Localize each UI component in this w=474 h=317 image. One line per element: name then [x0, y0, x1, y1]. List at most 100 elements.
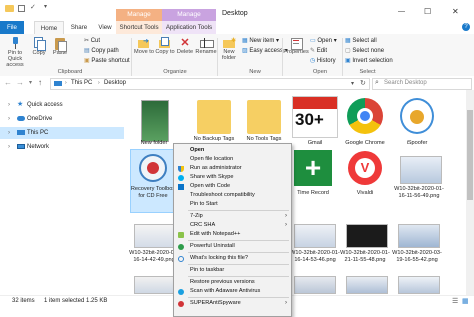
recovery-toolbox-tile[interactable]: Recovery Toolbox for CD Free — [130, 149, 176, 213]
pin-icon — [10, 37, 21, 50]
tab-home[interactable]: Home — [34, 21, 64, 35]
window-title: Desktop — [222, 10, 248, 17]
folder-icon[interactable] — [197, 100, 231, 134]
submenu-arrow-icon: › — [285, 213, 287, 219]
nav-this-pc[interactable]: › This PC — [0, 127, 124, 139]
nav-network[interactable]: › Network — [0, 141, 124, 153]
menu-item-superantispyware[interactable]: SUPERAntiSpyware › — [174, 299, 291, 308]
large-icons-view-icon[interactable]: ▦ — [462, 297, 469, 305]
back-button[interactable]: ← — [4, 78, 12, 87]
manage-shortcut-tab[interactable]: Manage — [116, 9, 162, 21]
menu-item-crc-sha[interactable]: CRC SHA › — [174, 221, 291, 230]
check-icon[interactable]: ✓ — [30, 3, 36, 11]
up-button[interactable]: ↑ — [38, 78, 42, 87]
png-thumbnail[interactable] — [294, 276, 336, 294]
save-icon[interactable] — [18, 5, 25, 12]
cut-button[interactable]: ✂ Cut — [84, 37, 100, 46]
png-thumbnail[interactable] — [398, 224, 440, 248]
menu-item-7zip[interactable]: 7-Zip › — [174, 212, 291, 221]
select-all-button[interactable]: ▦ Select all — [345, 37, 377, 46]
rename-button[interactable]: Rename — [195, 37, 217, 55]
menu-item-share-skype[interactable]: Share with Skype — [174, 173, 291, 182]
maximize-button[interactable]: ☐ — [424, 7, 431, 16]
forward-button[interactable]: → — [16, 78, 24, 87]
minimize-button[interactable]: — — [398, 8, 405, 15]
png-thumbnail[interactable] — [398, 276, 440, 294]
breadcrumb-desktop[interactable]: Desktop — [104, 80, 126, 86]
menu-item-notepad-plus-plus[interactable]: Edit with Notepad++ — [174, 230, 291, 239]
address-dropdown-icon[interactable]: ▾ — [351, 80, 354, 87]
menu-separator — [188, 297, 289, 298]
nav-quick-access[interactable]: › ★ Quick access — [0, 99, 124, 111]
tab-file[interactable]: File — [0, 21, 24, 34]
history-button[interactable]: ◷ History — [310, 57, 336, 66]
menu-item-open-file-location[interactable]: Open file location — [174, 155, 291, 164]
paste-shortcut-button[interactable]: ▣ Paste shortcut — [84, 57, 130, 66]
vivaldi-icon[interactable]: V — [348, 151, 382, 185]
copy-to-button[interactable]: Copy to — [155, 37, 175, 55]
nav-onedrive[interactable]: › OneDrive — [0, 113, 124, 125]
pin-quick-access-button[interactable]: Pin to Quick access — [2, 37, 28, 68]
selection-info: 1 item selected 1.25 KB — [44, 298, 108, 304]
copy-button[interactable]: Copy — [30, 37, 48, 56]
png-thumbnail[interactable] — [134, 224, 176, 248]
ispoofer-icon[interactable] — [400, 98, 434, 134]
scrollbar-thumb[interactable] — [467, 110, 473, 200]
address-box[interactable]: › This PC › Desktop ▾ ↻ — [50, 78, 370, 90]
png-thumbnail[interactable] — [134, 276, 176, 294]
folder-icon[interactable] — [247, 100, 281, 134]
menu-item-scan-adaware[interactable]: Scan with Adaware Antivirus — [174, 287, 291, 296]
copy-path-button[interactable]: ▤ Copy path — [84, 47, 119, 56]
new-item-button[interactable]: ▦ New item ▾ — [242, 37, 279, 46]
menu-item-pin-taskbar[interactable]: Pin to taskbar — [174, 266, 291, 275]
menu-item-restore-previous[interactable]: Restore previous versions — [174, 278, 291, 287]
gmail-icon[interactable]: 30+ — [292, 96, 338, 138]
expand-chevron-icon[interactable]: › — [8, 127, 10, 139]
menu-item-pin-start[interactable]: Pin to Start — [174, 200, 291, 209]
time-record-icon[interactable]: + — [294, 150, 332, 186]
paste-button[interactable]: Paste — [50, 37, 70, 56]
png-thumbnail[interactable] — [400, 156, 442, 184]
close-button[interactable]: ✕ — [452, 7, 459, 16]
png-thumbnail[interactable] — [346, 224, 388, 248]
expand-chevron-icon[interactable]: › — [8, 99, 10, 111]
easy-access-button[interactable]: ▨ Easy access ▾ — [242, 47, 288, 56]
menu-item-whats-locking[interactable]: What's locking this file? — [174, 254, 291, 263]
vertical-scrollbar[interactable] — [466, 90, 474, 295]
move-to-button[interactable]: ➜ Move to — [134, 37, 154, 55]
menu-item-run-as-admin[interactable]: Run as administrator — [174, 164, 291, 173]
tab-share[interactable]: Share — [66, 21, 92, 34]
manage-label-2: Manage — [177, 11, 201, 18]
cloud-icon — [17, 116, 25, 121]
menu-item-open[interactable]: Open — [174, 146, 291, 155]
invert-selection-button[interactable]: ▣ Invert selection — [345, 57, 393, 66]
cut-label: Cut — [90, 38, 101, 44]
open-button[interactable]: ▭ Open ▾ — [310, 37, 337, 46]
png-thumbnail[interactable] — [294, 224, 336, 248]
copy-path-icon: ▤ — [84, 48, 90, 54]
tab-view[interactable]: View — [94, 21, 116, 34]
tab-application-tools[interactable]: Application Tools — [162, 21, 216, 34]
edit-button[interactable]: ✎ Edit — [310, 47, 327, 56]
new-folder-button[interactable]: ✱ New folder — [219, 37, 239, 61]
file-thumbnail[interactable] — [141, 100, 169, 142]
recent-dropdown-icon[interactable]: ▾ — [29, 79, 32, 86]
expand-chevron-icon[interactable]: › — [8, 141, 10, 153]
details-view-icon[interactable]: ☰ — [452, 297, 458, 305]
help-icon[interactable]: ? — [462, 23, 470, 31]
manage-application-tab[interactable]: Manage — [162, 9, 216, 21]
png-thumbnail[interactable] — [346, 276, 388, 294]
qat-dropdown-icon[interactable]: ▾ — [44, 3, 47, 10]
breadcrumb-this-pc[interactable]: This PC — [71, 80, 92, 86]
menu-item-powerful-uninstall[interactable]: Powerful Uninstall — [174, 242, 291, 251]
properties-button[interactable]: Properties — [283, 37, 309, 55]
tab-shortcut-tools[interactable]: Shortcut Tools — [116, 21, 162, 34]
menu-item-troubleshoot[interactable]: Troubleshoot compatibility — [174, 191, 291, 200]
delete-button[interactable]: ✕ Delete — [175, 37, 195, 55]
menu-item-open-with-code[interactable]: Open with Code — [174, 182, 291, 191]
refresh-icon[interactable]: ↻ — [360, 79, 366, 87]
search-box[interactable]: ⌕ Search Desktop — [372, 78, 472, 90]
chrome-icon[interactable] — [347, 98, 383, 134]
expand-chevron-icon[interactable]: › — [8, 113, 10, 125]
select-none-button[interactable]: ▢ Select none — [345, 47, 384, 56]
